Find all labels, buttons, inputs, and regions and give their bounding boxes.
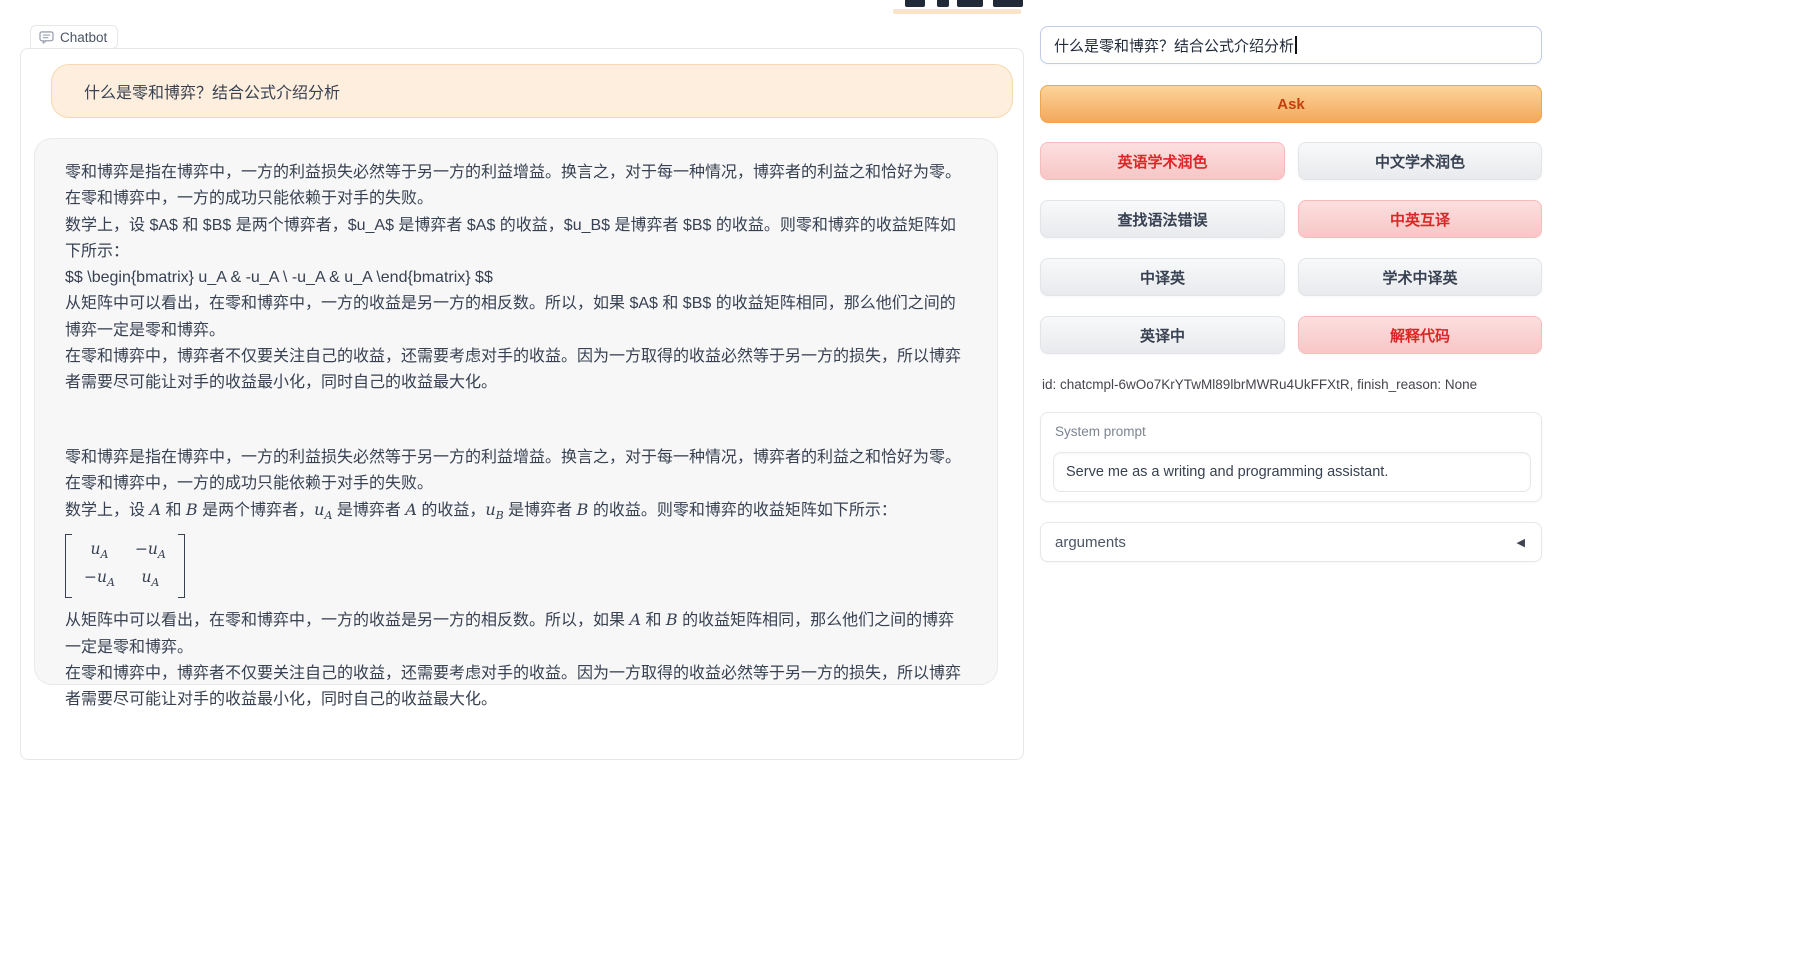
accordion-collapsed-arrow-icon: ◀	[1517, 536, 1525, 549]
bot-raw-formula: $$ \begin{bmatrix} u_A & -u_A \ -u_A & u…	[65, 265, 967, 291]
system-prompt-value: Serve me as a writing and programming as…	[1066, 464, 1388, 480]
chatbot-panel-label-text: Chatbot	[60, 30, 107, 45]
button-explain-code[interactable]: 解释代码	[1298, 316, 1542, 354]
math-var: A	[629, 610, 641, 629]
button-chinese-english-mutual-translate[interactable]: 中英互译	[1298, 200, 1542, 238]
system-prompt-box: System prompt Serve me as a writing and …	[1040, 412, 1542, 502]
chatbot-panel-label: Chatbot	[30, 25, 118, 49]
matrix-cell: −uA	[135, 538, 166, 566]
system-prompt-input[interactable]: Serve me as a writing and programming as…	[1053, 452, 1531, 492]
button-find-grammar-errors[interactable]: 查找语法错误	[1040, 200, 1285, 238]
question-input-value: 什么是零和博弈？结合公式介绍分析	[1054, 35, 1294, 56]
math-var: B	[186, 500, 198, 519]
title-glyph-fragment	[937, 0, 949, 7]
math-subscript: B	[496, 509, 504, 522]
math-var: u	[485, 500, 495, 519]
title-glyph-fragment	[993, 0, 1023, 7]
bot-raw-paragraph-3: 从矩阵中可以看出，在零和博弈中，一方的收益是另一方的相反数。所以，如果 $A$ …	[65, 291, 967, 344]
matrix-left-bracket	[65, 534, 72, 598]
bot-rendered-paragraph-4: 在零和博弈中，博弈者不仅要关注自己的收益，还需要考虑对手的收益。因为一方取得的收…	[65, 661, 967, 714]
matrix-cell: −uA	[84, 566, 115, 594]
cut-off-page-title	[893, 0, 1033, 15]
payoff-matrix: uA −uA −uA uA	[65, 534, 185, 598]
arguments-accordion[interactable]: arguments ◀	[1040, 522, 1542, 562]
ask-button-label: Ask	[1277, 96, 1305, 113]
matrix-cell: uA	[141, 566, 159, 594]
button-english-academic-polish[interactable]: 英语学术润色	[1040, 142, 1285, 180]
control-column: 什么是零和博弈？结合公式介绍分析 Ask 英语学术润色 中文学术润色 查找语法错…	[1040, 0, 1542, 961]
title-glyph-fragment	[957, 0, 983, 7]
bot-rendered-paragraph-2: 数学上，设 A 和 B 是两个博弈者，uA 是博弈者 A 的收益，uB 是博弈者…	[65, 497, 967, 529]
bot-raw-paragraph-2: 数学上，设 $A$ 和 $B$ 是两个博弈者，$u_A$ 是博弈者 $A$ 的收…	[65, 213, 967, 266]
math-var: A	[149, 500, 161, 519]
title-glyph-fragment	[905, 0, 925, 7]
title-underline	[893, 9, 1021, 14]
button-chinese-to-english[interactable]: 中译英	[1040, 258, 1285, 296]
bot-rendered-paragraph-3: 从矩阵中可以看出，在零和博弈中，一方的收益是另一方的相反数。所以，如果 A 和 …	[65, 607, 967, 661]
matrix-right-bracket	[178, 534, 185, 598]
matrix-cell: uA	[91, 538, 109, 566]
bot-message-bubble[interactable]: 零和博弈是指在博弈中，一方的利益损失必然等于另一方的利益增益。换言之，对于每一种…	[34, 138, 998, 685]
app-root: Chatbot 什么是零和博弈？结合公式介绍分析 零和博弈是指在博弈中，一方的利…	[0, 0, 1814, 961]
button-english-to-chinese[interactable]: 英译中	[1040, 316, 1285, 354]
chat-bubble-icon	[39, 31, 54, 44]
button-academic-chinese-to-english[interactable]: 学术中译英	[1298, 258, 1542, 296]
ask-button[interactable]: Ask	[1040, 85, 1542, 123]
user-message-bubble[interactable]: 什么是零和博弈？结合公式介绍分析	[51, 64, 1013, 118]
button-chinese-academic-polish[interactable]: 中文学术润色	[1298, 142, 1542, 180]
function-button-grid: 英语学术润色 中文学术润色 查找语法错误 中英互译 中译英 学术中译英 英译中 …	[1040, 142, 1542, 354]
text-cursor	[1295, 36, 1297, 54]
user-message-text: 什么是零和博弈？结合公式介绍分析	[84, 79, 340, 103]
bot-raw-paragraph-4: 在零和博弈中，博弈者不仅要关注自己的收益，还需要考虑对手的收益。因为一方取得的收…	[65, 344, 967, 397]
math-var: A	[405, 500, 417, 519]
bot-message-section-gap	[65, 397, 967, 445]
response-status-line: id: chatcmpl-6wOo7KrYTwMl89lbrMWRu4UkFFX…	[1042, 377, 1542, 392]
bot-raw-paragraph-1: 零和博弈是指在博弈中，一方的利益损失必然等于另一方的利益增益。换言之，对于每一种…	[65, 160, 967, 213]
math-var: B	[577, 500, 589, 519]
arguments-accordion-label: arguments	[1055, 534, 1126, 551]
chatbot-panel: 什么是零和博弈？结合公式介绍分析 零和博弈是指在博弈中，一方的利益损失必然等于另…	[20, 48, 1024, 760]
bot-rendered-paragraph-1: 零和博弈是指在博弈中，一方的利益损失必然等于另一方的利益增益。换言之，对于每一种…	[65, 445, 967, 498]
math-var: B	[666, 610, 678, 629]
system-prompt-label: System prompt	[1055, 424, 1146, 439]
question-input[interactable]: 什么是零和博弈？结合公式介绍分析	[1040, 26, 1542, 64]
math-var: u	[314, 500, 324, 519]
